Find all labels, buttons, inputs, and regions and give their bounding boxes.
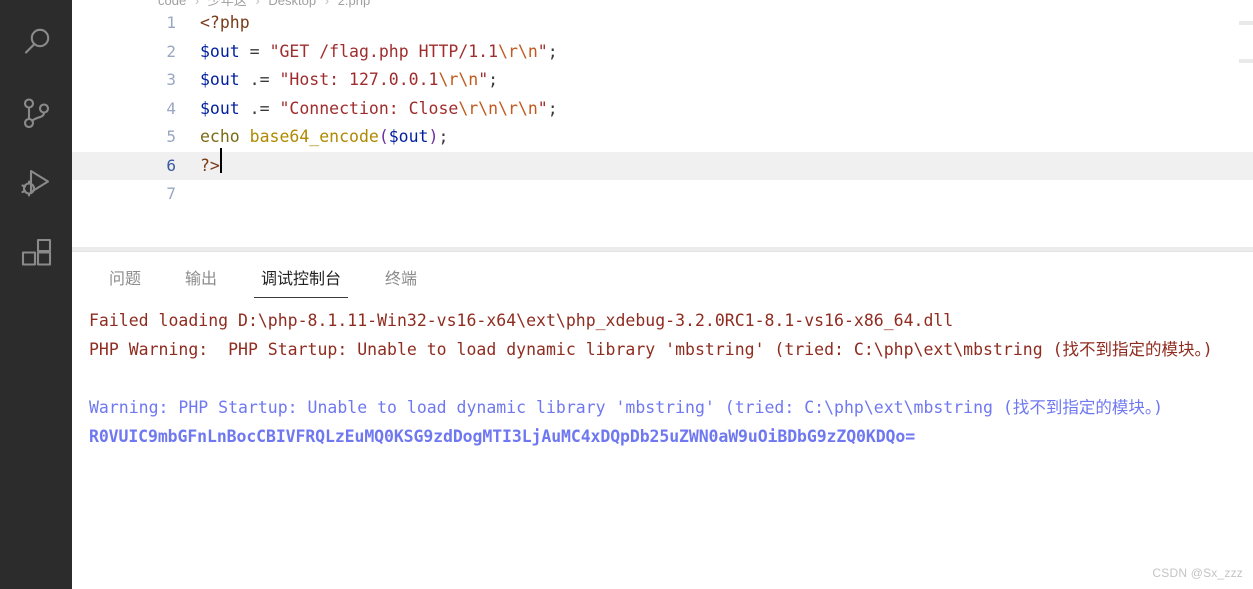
code-token-var: $out [200, 41, 240, 61]
code-token-kw: echo [200, 127, 250, 146]
line-text[interactable]: $out .= "Connection: Close\r\n\r\n"; [200, 95, 558, 124]
code-area[interactable]: 1 <?php 2 $out = "GET /flag.php HTTP/1.1\r\… [72, 9, 1253, 209]
run-and-debug-icon [18, 165, 54, 201]
code-token-punc: ; [438, 127, 449, 146]
line-number: 1 [166, 13, 176, 32]
code-token-punc: ; [488, 70, 499, 89]
code-token-punc: ; [547, 41, 558, 61]
code-token-op: .= [239, 70, 280, 89]
code-token-tag: ?> [200, 155, 220, 175]
code-token-str: " [537, 41, 548, 61]
line-number: 3 [166, 70, 176, 89]
code-line[interactable]: 2 $out = "GET /flag.php HTTP/1.1\r\n"; [72, 38, 1253, 67]
breadcrumb-segment-0[interactable]: code [158, 0, 186, 8]
code-line[interactable]: 7 [72, 180, 1253, 209]
debug-console-output[interactable]: Failed loading D:\php-8.1.11-Win32-vs16-… [72, 298, 1253, 589]
breadcrumb-segment-3[interactable]: 2.php [338, 0, 371, 8]
breadcrumb-segment-1[interactable]: 少年这 [208, 0, 247, 8]
breadcrumb-inner: code › 少年这 › Desktop › 2.php [158, 0, 370, 9]
search-icon [19, 26, 53, 60]
editor-overview-ruler[interactable] [1239, 9, 1253, 251]
line-number: 7 [166, 184, 176, 203]
line-text[interactable]: <?php [200, 9, 250, 38]
code-token-esc: \r\n [438, 70, 479, 89]
code-token-tag: <?php [200, 13, 250, 32]
code-token-str: "Connection: Close [279, 98, 459, 118]
vscode-window: code › 少年这 › Desktop › 2.php 1 <?php 2 $out… [0, 0, 1253, 589]
breadcrumb-segment-2[interactable]: Desktop [268, 0, 316, 8]
activity-item-run-and-debug[interactable] [0, 148, 72, 218]
activity-item-search[interactable] [0, 8, 72, 78]
source-control-icon [19, 96, 53, 130]
console-message-line: PHP Warning: PHP Startup: Unable to load… [89, 340, 1213, 359]
code-line[interactable]: 6 ?> [72, 147, 1253, 181]
code-line[interactable]: 3 $out .= "Host: 127.0.0.1\r\n"; [72, 66, 1253, 95]
line-text[interactable]: ?> [200, 147, 222, 181]
code-token-esc: \r\n [498, 41, 538, 61]
panel-tab-bar: 问题 输出 调试控制台 终端 [72, 252, 1253, 298]
code-token-var: $out [200, 70, 240, 89]
breadcrumb-separator-icon: › [194, 0, 200, 8]
console-message-line: Failed loading D:\php-8.1.11-Win32-vs16-… [89, 311, 954, 330]
code-token-esc: \r\n\r\n [458, 98, 538, 118]
code-editor[interactable]: 1 <?php 2 $out = "GET /flag.php HTTP/1.1\r\… [72, 9, 1253, 251]
panel-tab[interactable]: 终端 [378, 265, 424, 298]
watermark: CSDN @Sx_zzz [1152, 566, 1243, 580]
code-token-var: $out [388, 127, 429, 146]
panel-tab[interactable]: 问题 [102, 265, 148, 298]
code-line[interactable]: 4 $out .= "Connection: Close\r\n\r\n"; [72, 95, 1253, 124]
code-line[interactable]: 5 echo base64_encode($out); [72, 123, 1253, 152]
code-token-punc: ; [547, 98, 558, 118]
line-number: 2 [166, 41, 176, 61]
code-token-str: " [537, 98, 548, 118]
breadcrumb-separator-icon: › [324, 0, 330, 8]
editor-and-panel-column: code › 少年这 › Desktop › 2.php 1 <?php 2 $out… [72, 0, 1253, 589]
code-token-str: " [478, 70, 489, 89]
line-text[interactable]: $out .= "Host: 127.0.0.1\r\n"; [200, 66, 498, 95]
code-token-paren: ( [378, 127, 389, 146]
code-token-op: = [239, 41, 270, 61]
line-text[interactable]: echo base64_encode($out); [200, 123, 448, 152]
activity-item-source-control[interactable] [0, 78, 72, 148]
extensions-icon [19, 236, 53, 270]
breadcrumb-separator-icon: › [255, 0, 260, 8]
line-number: 4 [166, 98, 176, 118]
panel-tab[interactable]: 输出 [178, 265, 224, 298]
console-result-line: R0VUIC9mbGFnLnBocCBIVFRQLzEuMQ0KSG9zdDog… [89, 427, 916, 446]
activity-item-extensions[interactable] [0, 218, 72, 288]
activity-bar [0, 0, 72, 589]
line-number: 5 [166, 127, 176, 146]
bottom-panel: 问题 输出 调试控制台 终端 Failed loading D:\php-8.1.11… [72, 251, 1253, 589]
code-token-str: "Host: 127.0.0.1 [279, 70, 439, 89]
code-line[interactable]: 1 <?php [72, 9, 1253, 38]
code-token-op: .= [239, 98, 280, 118]
breadcrumb[interactable]: code › 少年这 › Desktop › 2.php [72, 0, 1253, 9]
code-token-var: $out [200, 98, 240, 118]
code-token-paren: ) [428, 127, 439, 146]
panel-tab[interactable]: 调试控制台 [254, 265, 349, 298]
code-token-fn: base64_encode [249, 127, 379, 146]
line-number: 6 [166, 155, 176, 175]
console-message-line: Warning: PHP Startup: Unable to load dyn… [89, 398, 1164, 417]
code-token-str: "GET /flag.php HTTP/1.1 [269, 41, 499, 61]
line-text[interactable]: $out = "GET /flag.php HTTP/1.1\r\n"; [200, 38, 558, 67]
